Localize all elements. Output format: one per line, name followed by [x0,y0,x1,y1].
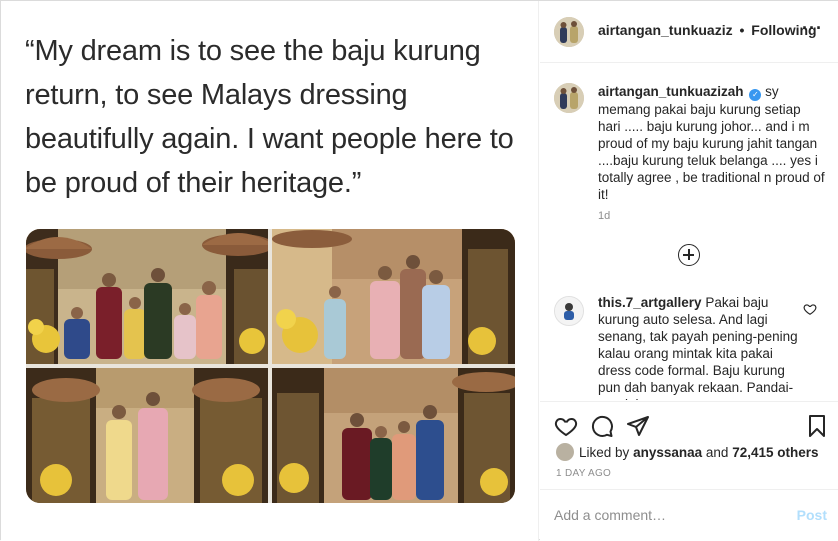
caption-text: sy memang pakai baju kurung setiap hari … [598,84,825,202]
post-actions: Liked by anyssanaa and 72,415 others 1 D… [540,401,838,489]
comment-username[interactable]: this.7_artgallery [598,295,702,310]
header-user-line: airtangan_tunkuaziz • Following [598,22,817,38]
collage-photo-family-group [26,229,268,364]
liked-by-user[interactable]: anyssanaa [633,445,702,460]
collage-photo-children-group [272,229,515,364]
verified-badge-icon: ✓ [749,89,762,101]
comment-icon[interactable] [590,414,614,438]
heart-outline-icon[interactable] [803,302,817,316]
avatar[interactable] [554,83,584,113]
comment-text: Pakai baju kurung auto selesa. And lagi … [598,295,798,400]
collage-photo-family-seated [272,368,515,503]
header-username[interactable]: airtangan_tunkuaziz [598,22,733,38]
liked-by-count[interactable]: 72,415 others [732,445,818,460]
liked-by-prefix: Liked by [579,445,630,460]
post-comment-button[interactable]: Post [797,507,827,523]
post-timestamp[interactable]: 1 DAY AGO [556,468,611,479]
avatar[interactable] [556,443,574,461]
post-media: “My dream is to see the baju kurung retu… [1,1,539,541]
bookmark-icon[interactable] [805,414,829,438]
avatar[interactable] [554,296,584,326]
caption-text-block: airtangan_tunkuazizah ✓ sy memang pakai … [598,83,826,203]
collage-photo-pair [26,368,268,503]
quote-text: “My dream is to see the baju kurung retu… [25,35,514,199]
comment-text-block: this.7_artgallery Pakai baju kurung auto… [598,294,798,400]
likes-line: Liked by anyssanaa and 72,415 others [556,443,819,461]
post-side-panel: airtangan_tunkuaziz • Following ··· airt… [540,1,838,541]
caption-username[interactable]: airtangan_tunkuazizah [598,84,744,99]
header-separator: • [739,22,745,38]
comment-input[interactable] [554,504,784,526]
heart-icon[interactable] [554,414,578,438]
add-comment-bar: Post [540,489,838,541]
more-horizontal-icon[interactable]: ··· [802,19,823,37]
photo-collage [26,229,515,503]
post-header: airtangan_tunkuaziz • Following ··· [540,1,838,63]
caption-time[interactable]: 1d [598,210,610,222]
plus-circle-icon[interactable] [678,244,700,266]
liked-by-joiner: and [705,445,729,460]
share-icon[interactable] [626,414,650,438]
instagram-post: “My dream is to see the baju kurung retu… [0,0,838,541]
avatar[interactable] [554,17,584,47]
